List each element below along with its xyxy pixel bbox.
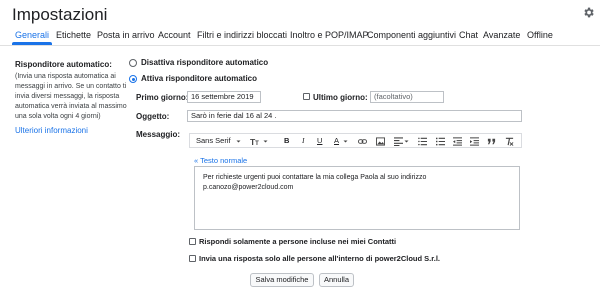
- autoreply-on-label[interactable]: Attiva risponditore automatico: [141, 74, 257, 83]
- underline-button[interactable]: U: [317, 136, 322, 145]
- chevron-down-icon: [263, 140, 268, 143]
- autoreply-off-label[interactable]: Disattiva risponditore automatico: [141, 58, 268, 67]
- indent-less-icon[interactable]: [453, 137, 462, 146]
- tab-avanzate[interactable]: Avanzate: [483, 30, 520, 40]
- subject-input[interactable]: Sarò in ferie dal 16 al 24 .: [187, 110, 522, 122]
- tab-filtri[interactable]: Filtri e indirizzi bloccati: [197, 30, 287, 40]
- message-label: Messaggio:: [136, 130, 181, 139]
- last-day-input[interactable]: (facoltativo): [370, 91, 444, 103]
- bold-button[interactable]: B: [284, 136, 289, 145]
- chevron-down-icon: [404, 140, 409, 143]
- help-line: messaggi in arrivo. Se un contatto ti: [15, 83, 127, 90]
- text-size-icon[interactable]: TT: [250, 137, 262, 146]
- message-editor[interactable]: Per richieste urgenti puoi contattare la…: [194, 166, 520, 230]
- text-color-button[interactable]: A: [334, 136, 339, 145]
- plain-text-link[interactable]: « Testo normale: [194, 156, 247, 165]
- gear-icon[interactable]: [582, 6, 595, 19]
- image-icon[interactable]: [376, 137, 385, 146]
- italic-button[interactable]: I: [302, 136, 305, 145]
- numbered-list-icon[interactable]: [418, 137, 427, 146]
- tab-inoltro-pop-imap[interactable]: Inoltro e POP/IMAP: [290, 30, 369, 40]
- help-line: automatica verrà inviata al massimo: [15, 103, 127, 110]
- first-day-label: Primo giorno:: [136, 93, 189, 102]
- chevron-down-icon: [236, 140, 241, 143]
- tab-account[interactable]: Account: [158, 30, 191, 40]
- save-changes-button[interactable]: Salva modifiche: [250, 273, 314, 287]
- settings-tabs: Generali Etichette Posta in arrivo Accou…: [0, 24, 600, 46]
- help-line: una sola volta ogni 4 giorni): [15, 113, 101, 120]
- tab-generali[interactable]: Generali: [15, 30, 49, 40]
- cancel-button[interactable]: Annulla: [319, 273, 354, 287]
- first-day-input[interactable]: 16 settembre 2019: [187, 91, 261, 103]
- message-line: Per richieste urgenti puoi contattare la…: [203, 174, 427, 181]
- subject-label: Oggetto:: [136, 112, 170, 121]
- autoreply-help-text: (Invia una risposta automatica ai messag…: [15, 72, 133, 122]
- page-title: Impostazioni: [12, 5, 108, 24]
- indent-more-icon[interactable]: [470, 137, 479, 146]
- learn-more-link[interactable]: Ulteriori informazioni: [15, 126, 88, 135]
- tab-etichette[interactable]: Etichette: [56, 30, 91, 40]
- tab-posta-in-arrivo[interactable]: Posta in arrivo: [97, 30, 155, 40]
- contacts-only-checkbox[interactable]: [189, 238, 196, 245]
- tab-offline[interactable]: Offline: [527, 30, 553, 40]
- quote-icon[interactable]: [487, 137, 496, 146]
- formatting-toolbar: Sans Serif TT B I U A: [189, 133, 522, 148]
- org-only-checkbox[interactable]: [189, 255, 196, 262]
- svg-text:T: T: [255, 141, 259, 146]
- tab-chat[interactable]: Chat: [459, 30, 478, 40]
- bulleted-list-icon[interactable]: [436, 137, 445, 146]
- remove-formatting-icon[interactable]: [505, 137, 514, 146]
- tab-componenti-aggiuntivi[interactable]: Componenti aggiuntivi: [367, 30, 456, 40]
- align-icon[interactable]: [394, 137, 403, 146]
- autoreply-section-label: Risponditore automatico:: [15, 60, 112, 69]
- last-day-label: Ultimo giorno:: [313, 93, 368, 102]
- autoreply-on-radio[interactable]: [129, 75, 137, 83]
- last-day-checkbox[interactable]: [303, 93, 310, 100]
- help-line: (Invia una risposta automatica ai: [15, 73, 116, 80]
- help-line: invia diversi messaggi, la risposta: [15, 93, 120, 100]
- org-only-label[interactable]: Invia una risposta solo alle persone all…: [199, 254, 440, 263]
- contacts-only-label[interactable]: Rispondi solamente a persone incluse nei…: [199, 237, 396, 246]
- message-line: p.canozo@power2cloud.com: [203, 184, 294, 191]
- active-tab-indicator: [12, 42, 52, 45]
- link-icon[interactable]: [358, 137, 367, 146]
- chevron-down-icon: [343, 140, 348, 143]
- font-family-select[interactable]: Sans Serif: [196, 136, 231, 145]
- autoreply-off-radio[interactable]: [129, 59, 137, 67]
